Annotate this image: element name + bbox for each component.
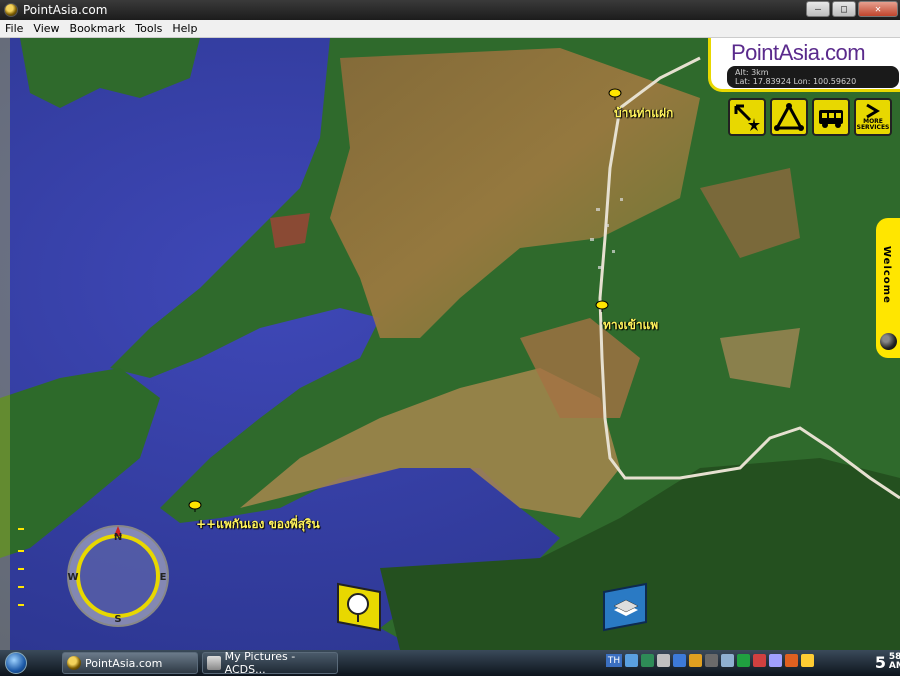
services-toolbar: MORE SERVICES	[728, 98, 892, 136]
more-services-button[interactable]: MORE SERVICES	[854, 98, 892, 136]
compass-s: S	[114, 614, 121, 625]
triangle-nodes-icon	[774, 102, 804, 131]
compass-navigator[interactable]: N S E W	[66, 524, 170, 628]
globe-icon	[67, 656, 81, 670]
app-globe-icon	[4, 3, 18, 17]
windows-logo-icon	[5, 652, 27, 674]
routing-button[interactable]	[770, 98, 808, 136]
tray-app-icon[interactable]	[737, 654, 750, 667]
arrow-star-icon	[734, 104, 760, 131]
transport-button[interactable]	[812, 98, 850, 136]
taskbar-item-acdsee[interactable]: My Pictures - ACDS...	[202, 650, 338, 676]
menu-view[interactable]: View	[28, 22, 64, 35]
zoom-tick	[18, 604, 24, 606]
zoom-tick	[18, 586, 24, 588]
welcome-tab[interactable]: Welcome	[876, 218, 900, 358]
more-services-label: MORE SERVICES	[857, 119, 890, 131]
zoom-slider-track[interactable]	[0, 38, 10, 650]
layers-tool-button[interactable]	[602, 582, 648, 632]
directions-button[interactable]	[728, 98, 766, 136]
zoom-tick	[18, 528, 24, 530]
clock-minute-ampm: 58 AM	[889, 653, 900, 671]
window-controls: – □ ✕	[806, 1, 898, 17]
balloon-tool-button[interactable]	[336, 582, 382, 632]
place-label-raft-surin[interactable]: ++แพกันเอง ของพี่สุริน	[196, 515, 320, 534]
tray-app-icon[interactable]	[769, 654, 782, 667]
tray-app-icon[interactable]	[753, 654, 766, 667]
window-titlebar: PointAsia.com – □ ✕	[0, 0, 900, 20]
menu-file[interactable]: File	[0, 22, 28, 35]
compass-n: N	[114, 532, 122, 543]
menu-bar: File View Bookmark Tools Help	[0, 20, 900, 38]
zoom-tick	[18, 568, 24, 570]
welcome-label: Welcome	[881, 246, 892, 304]
compass-w: W	[67, 572, 78, 583]
bus-icon	[819, 110, 843, 128]
tray-app-icon[interactable]	[801, 654, 814, 667]
more-label-line2: SERVICES	[856, 124, 890, 131]
place-label-ban-tha-faek[interactable]: บ้านท่าแฝก	[614, 104, 673, 123]
taskbar-item-label: PointAsia.com	[85, 656, 163, 670]
place-pin-icon[interactable]	[595, 300, 609, 312]
tray-app-icon[interactable]	[721, 654, 734, 667]
tray-app-icon[interactable]	[625, 654, 638, 667]
close-button[interactable]: ✕	[858, 1, 898, 17]
window-title: PointAsia.com	[23, 3, 108, 17]
place-label-raft-entrance[interactable]: ทางเข้าแพ	[603, 316, 658, 335]
brand-panel: PointAsia.com Alt: 3km Lat: 17.83924 Lon…	[708, 38, 900, 92]
menu-tools[interactable]: Tools	[130, 22, 167, 35]
taskbar-item-pointasia[interactable]: PointAsia.com	[62, 652, 198, 674]
tray-app-icon[interactable]	[689, 654, 702, 667]
place-pin-icon[interactable]	[608, 88, 622, 100]
tray-app-icon[interactable]	[705, 654, 718, 667]
location-readout: Alt: 3km Lat: 17.83924 Lon: 100.59620	[727, 66, 899, 88]
coordinate-readout: Lat: 17.83924 Lon: 100.59620	[735, 77, 857, 86]
start-button[interactable]	[0, 650, 32, 676]
globe-ball-icon	[880, 333, 897, 350]
tray-app-icon[interactable]	[673, 654, 686, 667]
menu-help[interactable]: Help	[167, 22, 202, 35]
maximize-button[interactable]: □	[832, 1, 856, 17]
chevron-right-icon	[866, 103, 880, 119]
tray-app-icon[interactable]	[641, 654, 654, 667]
tray-app-icon[interactable]	[785, 654, 798, 667]
clock-hour: 5	[874, 653, 886, 672]
menu-bookmark[interactable]: Bookmark	[65, 22, 131, 35]
zoom-tick	[18, 550, 24, 552]
compass-e: E	[160, 572, 167, 583]
taskbar-clock[interactable]: 5 58 AM	[874, 653, 900, 673]
clock-ampm: AM	[888, 661, 900, 671]
place-pin-icon[interactable]	[188, 500, 202, 512]
taskbar: PointAsia.com My Pictures - ACDS... TH 5…	[0, 650, 900, 676]
brand-logo-text: PointAsia.com	[731, 40, 866, 65]
satellite-map[interactable]: บ้านท่าแฝก ทางเข้าแพ ++แพกันเอง ของพี่สุ…	[0, 38, 900, 650]
acdsee-icon	[207, 656, 221, 670]
language-indicator[interactable]: TH	[606, 654, 622, 667]
system-tray: TH	[606, 654, 814, 667]
tray-app-icon[interactable]	[657, 654, 670, 667]
minimize-button[interactable]: –	[806, 1, 830, 17]
taskbar-item-label: My Pictures - ACDS...	[224, 650, 296, 676]
altitude-readout: Alt: 3km	[735, 68, 769, 77]
